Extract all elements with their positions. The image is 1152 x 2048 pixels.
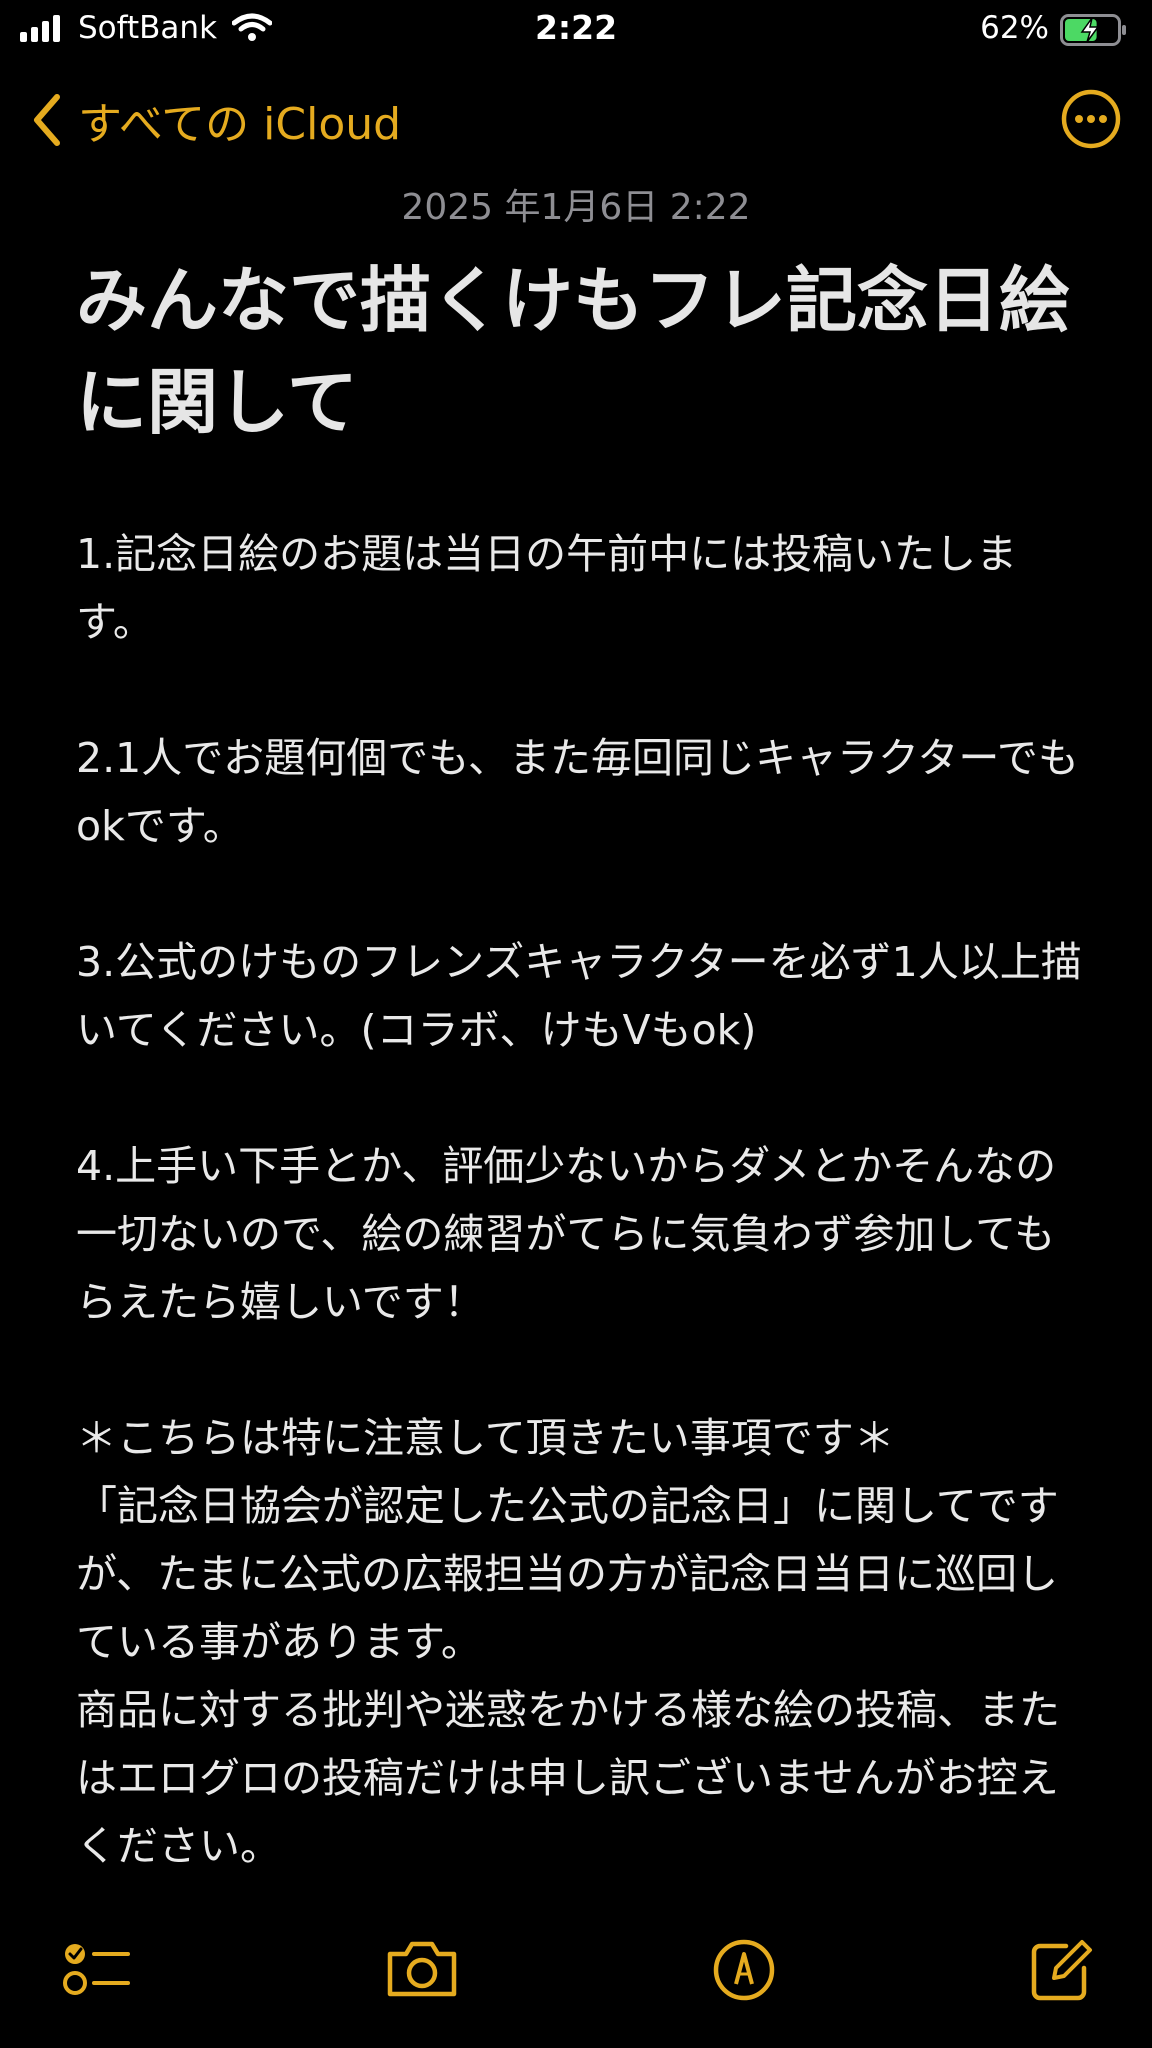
note-paragraph-1: 1.記念日絵のお題は当日の午前中には投稿いたします。 xyxy=(76,530,1018,646)
notice-section: ＊こちらは特に注意して頂きたい事項です＊ 「記念日協会が認定した公式の記念日」に… xyxy=(76,1404,1086,1880)
checklist-icon[interactable] xyxy=(62,1938,132,2002)
navigation-bar: すべての iCloud xyxy=(0,80,1152,160)
notice-line-1: 「記念日協会が認定した公式の記念日」に関してですが、たまに公式の広報担当の方が記… xyxy=(76,1482,1059,1666)
note-title[interactable]: みんなで描くけもフレ記念日絵に関して xyxy=(76,250,1086,454)
back-button-label: すべての iCloud xyxy=(78,99,402,150)
chevron-left-icon xyxy=(34,94,60,146)
notice-heading: ＊こちらは特に注意して頂きたい事項です＊ xyxy=(76,1414,895,1462)
note-body[interactable]: 1.記念日絵のお題は当日の午前中には投稿いたします。 2.1人でお題何個でも、ま… xyxy=(76,520,1086,1880)
notice-line-2: 商品に対する批判や迷惑をかける様な絵の投稿、またはエログロの投稿だけは申し訳ござ… xyxy=(76,1686,1060,1870)
note-date: 2025 年1月6日 2:22 xyxy=(401,187,751,228)
battery-percentage: 62% xyxy=(980,10,1049,46)
note-paragraph-3: 3.公式のけものフレンズキャラクターを必ず1人以上描いてください。(コラボ、けも… xyxy=(76,938,1082,1054)
ellipsis-circle-icon[interactable] xyxy=(1060,88,1122,150)
note-paragraph-4: 4.上手い下手とか、評価少ないからダメとかそんなの一切ないので、絵の練習がてらに… xyxy=(76,1142,1057,1326)
back-button[interactable]: すべての iCloud xyxy=(32,88,401,152)
note-paragraph-2: 2.1人でお題何個でも、また毎回同じキャラクターでもokです。 xyxy=(76,734,1079,850)
bottom-toolbar xyxy=(0,1938,1152,2048)
markup-pen-icon[interactable] xyxy=(712,1938,776,2002)
compose-icon[interactable] xyxy=(1030,1938,1096,2002)
camera-icon[interactable] xyxy=(384,1938,460,2002)
status-bar: SoftBank 2:22 62% xyxy=(0,0,1152,60)
battery-charging-icon xyxy=(1060,14,1126,46)
